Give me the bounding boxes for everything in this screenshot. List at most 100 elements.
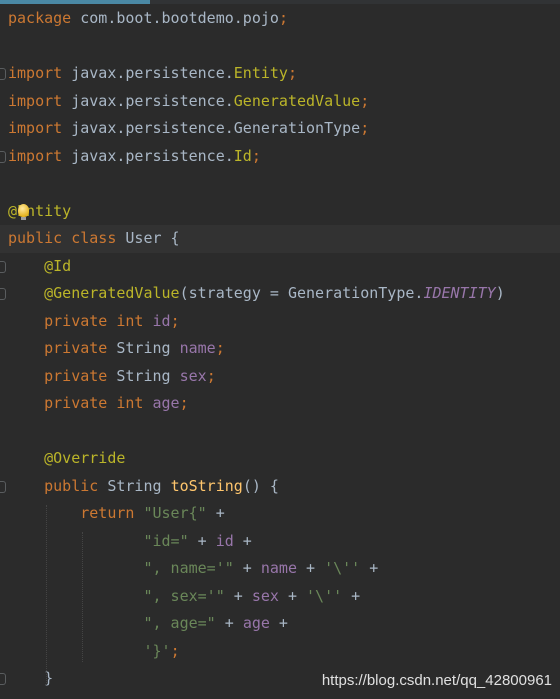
keyword: return xyxy=(80,504,135,522)
import-path: javax.persistence. xyxy=(62,64,234,82)
method-name: toString xyxy=(170,476,243,495)
keyword: import xyxy=(8,119,63,137)
fold-marker-icon[interactable] xyxy=(0,68,6,80)
code-line-17: @Override xyxy=(0,445,560,473)
semicolon: ; xyxy=(206,366,216,385)
string-literal: ", sex='" xyxy=(143,586,225,605)
indent-guide xyxy=(46,505,47,685)
operator: + xyxy=(233,531,252,550)
code-line-13: private String name; xyxy=(0,335,560,363)
semicolon: ; xyxy=(215,339,225,357)
semicolon: ; xyxy=(251,146,261,165)
semicolon: ; xyxy=(360,119,370,137)
import-class: Entity xyxy=(233,64,288,82)
field-name: sex xyxy=(179,366,207,385)
field-name: age xyxy=(242,614,270,632)
indent-guide xyxy=(82,532,83,662)
code-line-18: public String toString() { xyxy=(0,473,560,501)
code-line-1: package com.boot.bootdemo.pojo; xyxy=(0,5,560,33)
annotation: @Id xyxy=(44,256,72,275)
semicolon: ; xyxy=(170,311,180,330)
code-line-12: private int id; xyxy=(0,308,560,336)
field-name: age xyxy=(143,394,180,412)
import-path: javax.persistence. xyxy=(62,119,234,137)
fold-marker-icon[interactable] xyxy=(0,150,6,163)
import-class: GeneratedValue xyxy=(233,91,361,110)
method-params: () { xyxy=(242,476,279,495)
code-line-20: "id=" + id + xyxy=(0,528,560,556)
code-line-3: import javax.persistence.Entity; xyxy=(0,60,560,88)
string-literal: "id=" xyxy=(143,531,189,550)
operator: + xyxy=(269,614,288,632)
operator: + xyxy=(215,614,243,632)
code-line-21: ", name='" + name + '\'' + xyxy=(0,555,560,583)
annotation-args: (strategy = GenerationType. xyxy=(179,284,424,302)
type-name: String xyxy=(107,366,180,385)
import-path: javax.persistence. xyxy=(62,146,234,165)
annotation: @GeneratedValue xyxy=(44,284,180,302)
lightbulb-icon[interactable] xyxy=(18,204,29,220)
code-line-4: import javax.persistence.GeneratedValue; xyxy=(0,88,560,116)
semicolon: ; xyxy=(360,91,370,110)
code-line-24: '}'; xyxy=(0,638,560,666)
keyword: public class xyxy=(8,229,117,247)
enum-constant: IDENTITY xyxy=(423,284,496,302)
import-class: GenerationType xyxy=(233,119,361,137)
keyword: public xyxy=(44,476,99,495)
code-line-8: @Entity xyxy=(0,198,560,226)
field-name: id xyxy=(143,311,171,330)
code-line-5: import javax.persistence.GenerationType; xyxy=(0,115,560,143)
semicolon: ; xyxy=(179,394,189,412)
char-literal: '\'' xyxy=(324,559,361,577)
operator: + xyxy=(233,559,261,577)
operator: + xyxy=(224,586,252,605)
operator: + xyxy=(206,504,225,522)
code-line-22: ", sex='" + sex + '\'' + xyxy=(0,583,560,611)
keyword: private int xyxy=(44,394,144,412)
keyword: private xyxy=(44,366,108,385)
class-declaration: User { xyxy=(116,229,180,247)
code-line-14: private String sex; xyxy=(0,363,560,391)
code-line-9: public class User { xyxy=(0,225,560,253)
code-line-15: private int age; xyxy=(0,390,560,418)
field-name: sex xyxy=(251,586,279,605)
code-line-10: @Id xyxy=(0,253,560,281)
keyword: import xyxy=(8,64,63,82)
string-literal: ", age=" xyxy=(143,614,216,632)
field-name: id xyxy=(215,531,234,550)
semicolon: ; xyxy=(170,641,180,660)
code-line-6: import javax.persistence.Id; xyxy=(0,143,560,171)
type-name: String xyxy=(107,339,180,357)
operator: + xyxy=(360,559,379,577)
char-literal: '\'' xyxy=(306,586,343,605)
code-line-23: ", age=" + age + xyxy=(0,610,560,638)
operator: + xyxy=(278,586,307,605)
string-literal: ", name='" xyxy=(143,559,234,577)
operator: + xyxy=(188,531,216,550)
type-name: String xyxy=(98,476,171,495)
fold-marker-icon[interactable] xyxy=(0,288,6,300)
import-class: Id xyxy=(233,146,252,165)
operator: + xyxy=(297,559,325,577)
keyword: package xyxy=(8,9,72,27)
semicolon: ; xyxy=(278,9,288,27)
package-name: com.boot.bootdemo.pojo xyxy=(71,9,279,27)
field-name: name xyxy=(260,559,297,577)
import-path: javax.persistence. xyxy=(62,91,234,110)
keyword: private int xyxy=(44,311,144,330)
active-tab-indicator[interactable] xyxy=(0,0,150,4)
watermark: https://blog.csdn.net/qq_42800961 xyxy=(321,672,552,689)
char-literal: '}' xyxy=(143,641,171,660)
paren: ) xyxy=(495,284,505,302)
fold-marker-icon[interactable] xyxy=(0,480,6,493)
code-editor[interactable]: package com.boot.bootdemo.pojo; import j… xyxy=(0,5,560,693)
code-line-11: @GeneratedValue(strategy = GenerationTyp… xyxy=(0,280,560,308)
fold-marker-icon[interactable] xyxy=(0,260,6,273)
string-literal: "User{" xyxy=(134,504,207,522)
editor-tab-strip xyxy=(0,0,560,4)
operator: + xyxy=(342,586,361,605)
code-line-19: return "User{" + xyxy=(0,500,560,528)
fold-marker-icon[interactable] xyxy=(0,673,6,685)
